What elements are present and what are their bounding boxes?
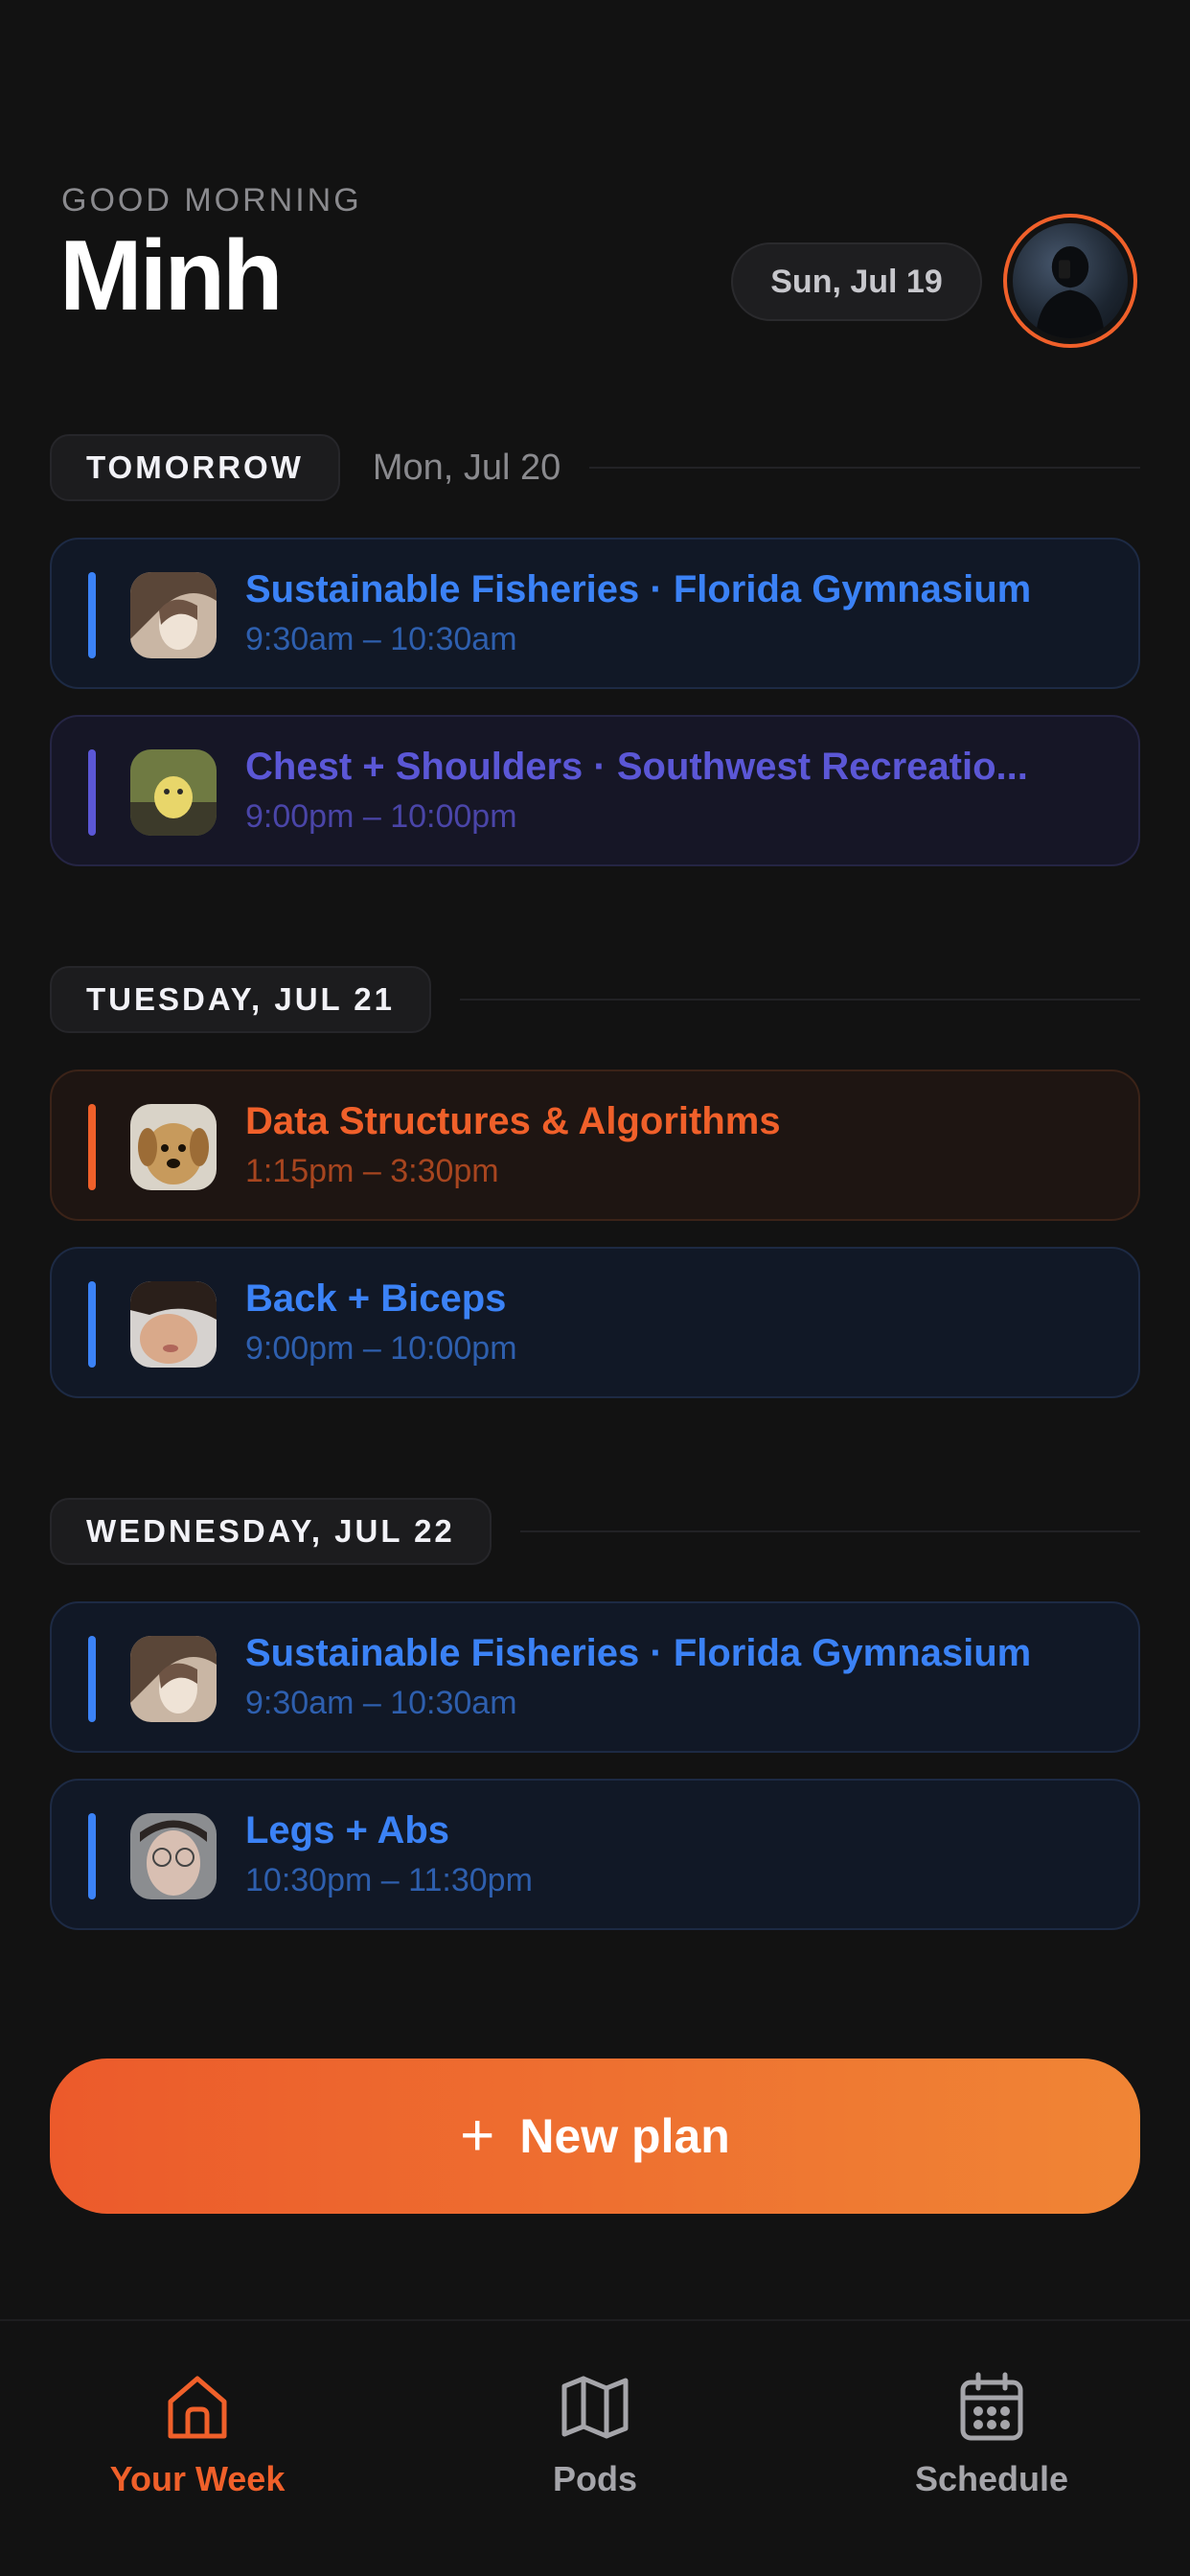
- tab-schedule[interactable]: Schedule: [867, 2369, 1116, 2499]
- event-time: 1:15pm – 3:30pm: [245, 1153, 499, 1189]
- day-chip: WEDNESDAY, JUL 22: [50, 1498, 492, 1565]
- event-avatar: [130, 1104, 217, 1190]
- tab-your-week[interactable]: Your Week: [73, 2369, 322, 2499]
- event-title: Data Structures & Algorithms: [245, 1100, 781, 1142]
- event-card[interactable]: Chest + Shoulders · Southwest Recreatio.…: [50, 715, 1140, 866]
- calendar-icon: [953, 2369, 1030, 2446]
- event-title: Sustainable Fisheries · Florida Gymnasiu…: [245, 568, 1032, 610]
- event-avatar: [130, 572, 217, 658]
- tab-label: Pods: [552, 2459, 637, 2498]
- tab-pods[interactable]: Pods: [470, 2369, 720, 2499]
- event-avatar: [130, 1281, 217, 1368]
- day-section-header: TUESDAY, JUL 21: [50, 966, 1140, 1033]
- event-card[interactable]: Legs + Abs 10:30pm – 11:30pm: [50, 1779, 1140, 1930]
- home-screen: GOOD MORNING Minh Sun, Jul 19 TOMORROW M…: [0, 0, 1190, 2576]
- divider: [459, 999, 1140, 1000]
- event-card[interactable]: Sustainable Fisheries · Florida Gymnasiu…: [50, 538, 1140, 689]
- event-card[interactable]: Sustainable Fisheries · Florida Gymnasiu…: [50, 1601, 1140, 1753]
- new-plan-button[interactable]: + New plan: [50, 2058, 1140, 2214]
- today-date-pill[interactable]: Sun, Jul 19: [731, 242, 982, 321]
- event-color-bar: [88, 1281, 96, 1368]
- user-name: Minh: [59, 220, 284, 332]
- home-icon: [159, 2369, 236, 2446]
- event-card[interactable]: Data Structures & Algorithms 1:15pm – 3:…: [50, 1070, 1140, 1221]
- event-avatar: [130, 1813, 217, 1899]
- day-chip: TOMORROW: [50, 434, 340, 501]
- day-date: Mon, Jul 20: [372, 447, 561, 488]
- event-time: 9:30am – 10:30am: [245, 1685, 517, 1721]
- greeting-label: GOOD MORNING: [61, 182, 362, 218]
- day-section-header: WEDNESDAY, JUL 22: [50, 1498, 1140, 1565]
- divider: [589, 467, 1140, 469]
- event-time: 9:00pm – 10:00pm: [245, 1330, 517, 1367]
- event-time: 10:30pm – 11:30pm: [245, 1862, 533, 1898]
- tab-label: Your Week: [109, 2459, 286, 2498]
- day-chip: TUESDAY, JUL 21: [50, 966, 431, 1033]
- plus-icon: +: [460, 2103, 495, 2169]
- event-color-bar: [88, 1636, 96, 1722]
- event-title: Chest + Shoulders · Southwest Recreatio.…: [245, 746, 1028, 788]
- event-color-bar: [88, 572, 96, 658]
- event-card[interactable]: Back + Biceps 9:00pm – 10:00pm: [50, 1247, 1140, 1398]
- event-title: Back + Biceps: [245, 1277, 507, 1320]
- event-color-bar: [88, 1813, 96, 1899]
- map-icon: [557, 2369, 633, 2446]
- event-color-bar: [88, 749, 96, 836]
- profile-avatar[interactable]: [1003, 214, 1137, 348]
- tab-bar: Your Week Pods Schedule: [0, 2319, 1190, 2576]
- tab-label: Schedule: [914, 2459, 1069, 2498]
- event-time: 9:00pm – 10:00pm: [245, 798, 517, 835]
- event-avatar: [130, 749, 217, 836]
- event-color-bar: [88, 1104, 96, 1190]
- event-time: 9:30am – 10:30am: [245, 621, 517, 657]
- profile-photo: [1013, 223, 1128, 338]
- event-avatar: [130, 1636, 217, 1722]
- divider: [519, 1530, 1140, 1532]
- day-section-header: TOMORROW Mon, Jul 20: [50, 434, 1140, 501]
- event-title: Sustainable Fisheries · Florida Gymnasiu…: [245, 1632, 1032, 1674]
- event-title: Legs + Abs: [245, 1809, 450, 1852]
- new-plan-label: New plan: [519, 2109, 730, 2163]
